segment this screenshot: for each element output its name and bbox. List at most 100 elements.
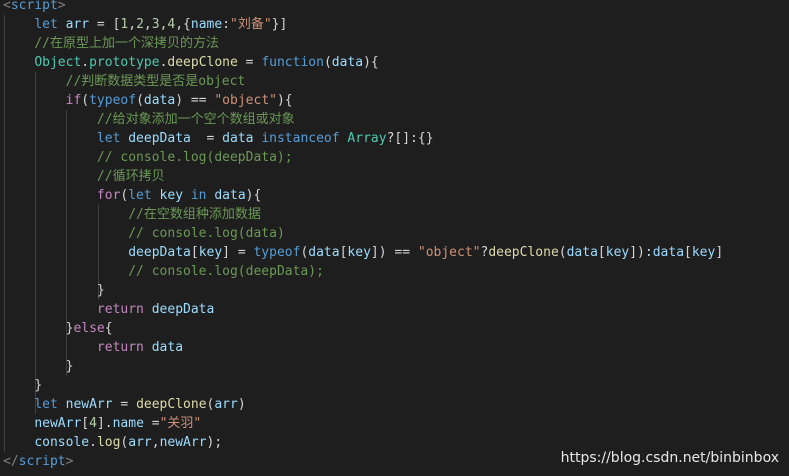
code-token: ){ xyxy=(245,188,262,203)
code-token: = xyxy=(143,416,160,431)
code-token: deepData xyxy=(128,131,191,146)
code-token: ){ xyxy=(363,55,379,70)
code-line[interactable]: // console.log(data) xyxy=(3,224,789,243)
code-line[interactable]: } xyxy=(3,376,789,395)
code-token: data xyxy=(151,340,184,355)
code-token: Array xyxy=(347,131,387,146)
code-token: data xyxy=(222,131,254,146)
code-token: newArr xyxy=(159,435,207,450)
code-line[interactable]: Object.prototype.deepClone = function(da… xyxy=(3,53,789,72)
code-token: else xyxy=(73,321,105,336)
code-token: , xyxy=(143,17,152,32)
code-line[interactable]: return data xyxy=(3,338,789,357)
code-token: key xyxy=(347,245,371,260)
code-line[interactable]: if(typeof(data) == "object"){ xyxy=(3,91,789,110)
code-token: ( xyxy=(558,245,567,260)
code-line[interactable]: newArr[4].name ="关羽" xyxy=(3,414,789,433)
code-line[interactable]: } xyxy=(3,357,789,376)
code-line[interactable]: // console.log(deepData); xyxy=(3,262,789,281)
code-token: //判断数据类型是否是object xyxy=(65,74,246,89)
code-line[interactable]: //判断数据类型是否是object xyxy=(3,72,789,91)
code-token: ){ xyxy=(276,93,293,108)
code-token: ( xyxy=(136,93,144,108)
code-token: typeof xyxy=(253,245,301,260)
code-token: > xyxy=(65,454,74,469)
code-token: let xyxy=(34,397,58,412)
code-line[interactable]: //循环拷贝 xyxy=(3,167,789,186)
code-token: } xyxy=(65,359,74,374)
code-token: key xyxy=(605,245,630,260)
code-token: ( xyxy=(323,55,332,70)
code-token: "关羽" xyxy=(159,416,202,431)
code-token: data xyxy=(143,93,176,108)
code-token: deepData xyxy=(128,245,191,260)
code-token: in xyxy=(190,188,207,203)
code-line[interactable]: return deepData xyxy=(3,300,789,319)
code-token: //在空数组种添加数据 xyxy=(128,207,261,222)
code-line[interactable]: for(let key in data){ xyxy=(3,186,789,205)
code-line[interactable]: let newArr = deepClone(arr) xyxy=(3,395,789,414)
code-line[interactable]: //在空数组种添加数据 xyxy=(3,205,789,224)
code-line[interactable]: //给对象添加一个空个数组或对象 xyxy=(3,110,789,129)
code-line[interactable]: // console.log(deepData); xyxy=(3,148,789,167)
code-token: ); xyxy=(206,435,223,450)
code-token: //给对象添加一个空个数组或对象 xyxy=(96,112,295,127)
code-token: ]. xyxy=(96,416,113,431)
code-token: = xyxy=(237,55,262,70)
code-token: ]) == xyxy=(370,245,418,260)
code-token: data xyxy=(652,245,685,260)
code-token: key xyxy=(691,245,716,260)
code-token: instanceof xyxy=(261,131,340,146)
code-token: //在原型上加一个深拷贝的方法 xyxy=(34,36,219,51)
code-editor[interactable]: <script> let arr = [1,2,3,4,{name:"刘备"}]… xyxy=(0,0,789,476)
code-token: } xyxy=(96,283,105,298)
code-line[interactable]: //在原型上加一个深拷贝的方法 xyxy=(3,34,789,53)
code-line[interactable]: }else{ xyxy=(3,319,789,338)
code-line[interactable]: let deepData = data instanceof Array?[]:… xyxy=(3,129,789,148)
code-token: "object" xyxy=(417,245,481,260)
code-token: 2 xyxy=(136,17,144,32)
code-token: let xyxy=(34,17,58,32)
code-token: if xyxy=(65,93,82,108)
code-token: , xyxy=(151,435,160,450)
code-token: data xyxy=(331,55,364,70)
code-token: ) == xyxy=(175,93,215,108)
code-line[interactable]: deepData[key] = typeof(data[key]) == "ob… xyxy=(3,243,789,262)
code-token: newArr xyxy=(65,397,113,412)
code-token: = [ xyxy=(89,17,121,32)
code-token: data xyxy=(566,245,598,260)
code-token: key xyxy=(159,188,184,203)
code-token: . xyxy=(81,55,90,70)
code-token: // console.log(deepData); xyxy=(96,150,293,165)
code-token: "刘备" xyxy=(230,17,272,32)
code-token: </ xyxy=(3,454,19,469)
code-line[interactable]: } xyxy=(3,281,789,300)
code-token: deepClone xyxy=(167,55,238,70)
code-line[interactable]: let arr = [1,2,3,4,{name:"刘备"}] xyxy=(3,15,789,34)
code-token: 3 xyxy=(151,17,160,32)
code-token: for xyxy=(96,188,121,203)
code-line[interactable]: <script> xyxy=(3,0,789,15)
code-token: let xyxy=(128,188,152,203)
code-token: script xyxy=(18,454,66,469)
code-token: } xyxy=(34,378,43,393)
